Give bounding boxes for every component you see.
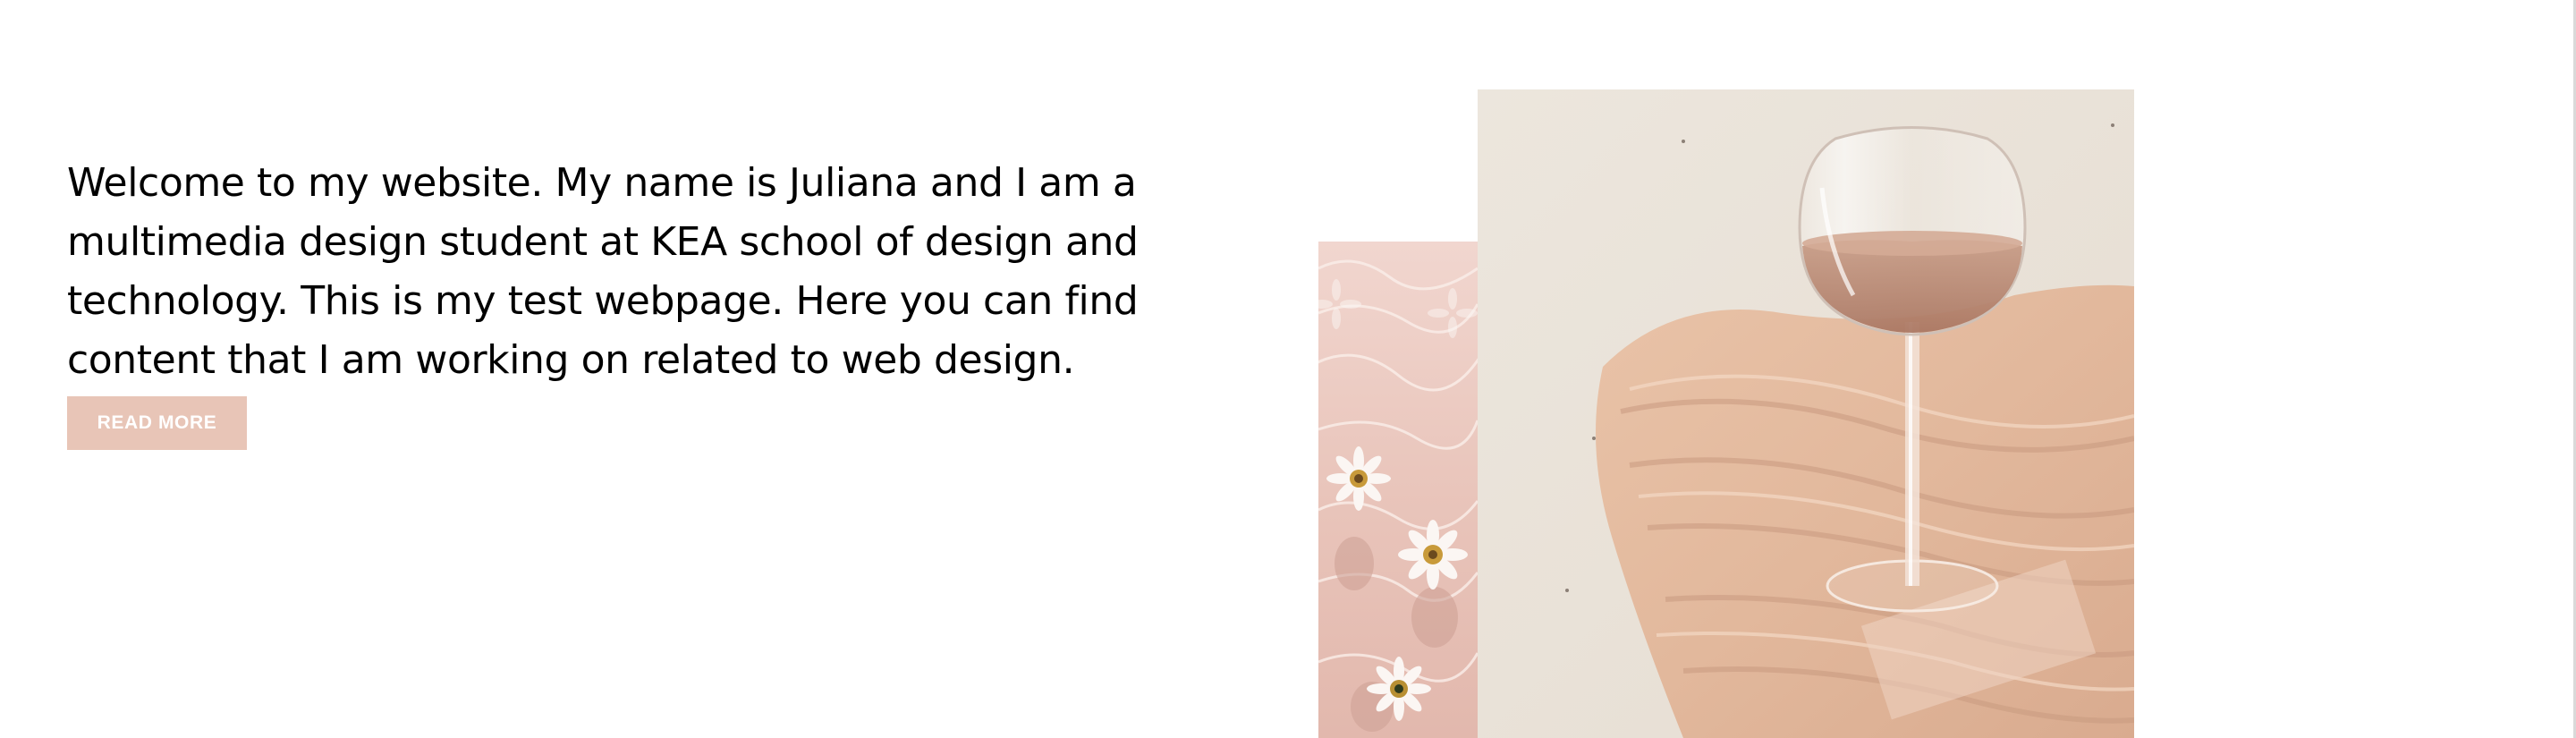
wine-glass-on-silk-image <box>1478 89 2134 738</box>
flowers-on-water-image <box>1318 242 1478 738</box>
intro-text: Welcome to my website. My name is Julian… <box>67 160 1139 383</box>
read-more-button[interactable]: READ MORE <box>67 396 247 450</box>
